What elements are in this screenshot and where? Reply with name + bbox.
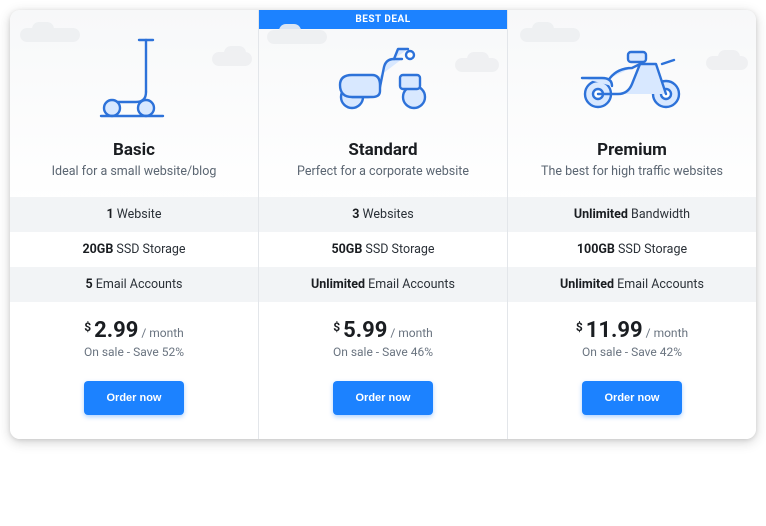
feature-row: 100GB SSD Storage	[508, 232, 756, 267]
feature-row: 20GB SSD Storage	[10, 232, 258, 267]
scooter-icon	[95, 30, 173, 120]
plan-icon-wrap	[10, 10, 258, 140]
order-button[interactable]: Order now	[333, 381, 432, 415]
motorcycle-icon	[572, 38, 692, 112]
feature-row: Unlimited Email Accounts	[508, 267, 756, 302]
sale-text: On sale - Save 46%	[269, 345, 497, 359]
plan-title: Premium	[508, 140, 756, 160]
plan-subtitle: The best for high traffic websites	[508, 164, 756, 179]
plan-icon-wrap	[259, 10, 507, 140]
pricing-table: Basic Ideal for a small website/blog 1 W…	[10, 10, 756, 439]
sale-text: On sale - Save 52%	[20, 345, 248, 359]
price-amount: 5.99	[343, 318, 387, 343]
price-block: $ 5.99 / month On sale - Save 46%	[259, 302, 507, 367]
moped-icon	[328, 35, 438, 115]
price-block: $ 11.99 / month On sale - Save 42%	[508, 302, 756, 367]
feature-row: 1 Website	[10, 197, 258, 232]
currency: $	[84, 320, 91, 334]
plan-basic: Basic Ideal for a small website/blog 1 W…	[10, 10, 259, 439]
price-amount: 2.99	[94, 318, 138, 343]
price-period: / month	[390, 326, 432, 340]
order-button[interactable]: Order now	[582, 381, 681, 415]
plan-premium: Premium The best for high traffic websit…	[508, 10, 756, 439]
plan-title: Standard	[259, 140, 507, 160]
feature-row: 5 Email Accounts	[10, 267, 258, 302]
feature-row: Unlimited Bandwidth	[508, 197, 756, 232]
price-block: $ 2.99 / month On sale - Save 52%	[10, 302, 258, 367]
currency: $	[333, 320, 340, 334]
price-amount: 11.99	[586, 318, 643, 343]
order-button[interactable]: Order now	[84, 381, 183, 415]
feature-row: 50GB SSD Storage	[259, 232, 507, 267]
plan-title: Basic	[10, 140, 258, 160]
plan-icon-wrap	[508, 10, 756, 140]
feature-row: 3 Websites	[259, 197, 507, 232]
price-period: / month	[646, 326, 688, 340]
plan-standard: BEST DEAL Standard Perfect for a corpora…	[259, 10, 508, 439]
plan-subtitle: Perfect for a corporate website	[259, 164, 507, 179]
feature-row: Unlimited Email Accounts	[259, 267, 507, 302]
price-period: / month	[141, 326, 183, 340]
plan-subtitle: Ideal for a small website/blog	[10, 164, 258, 179]
currency: $	[576, 320, 583, 334]
sale-text: On sale - Save 42%	[518, 345, 746, 359]
